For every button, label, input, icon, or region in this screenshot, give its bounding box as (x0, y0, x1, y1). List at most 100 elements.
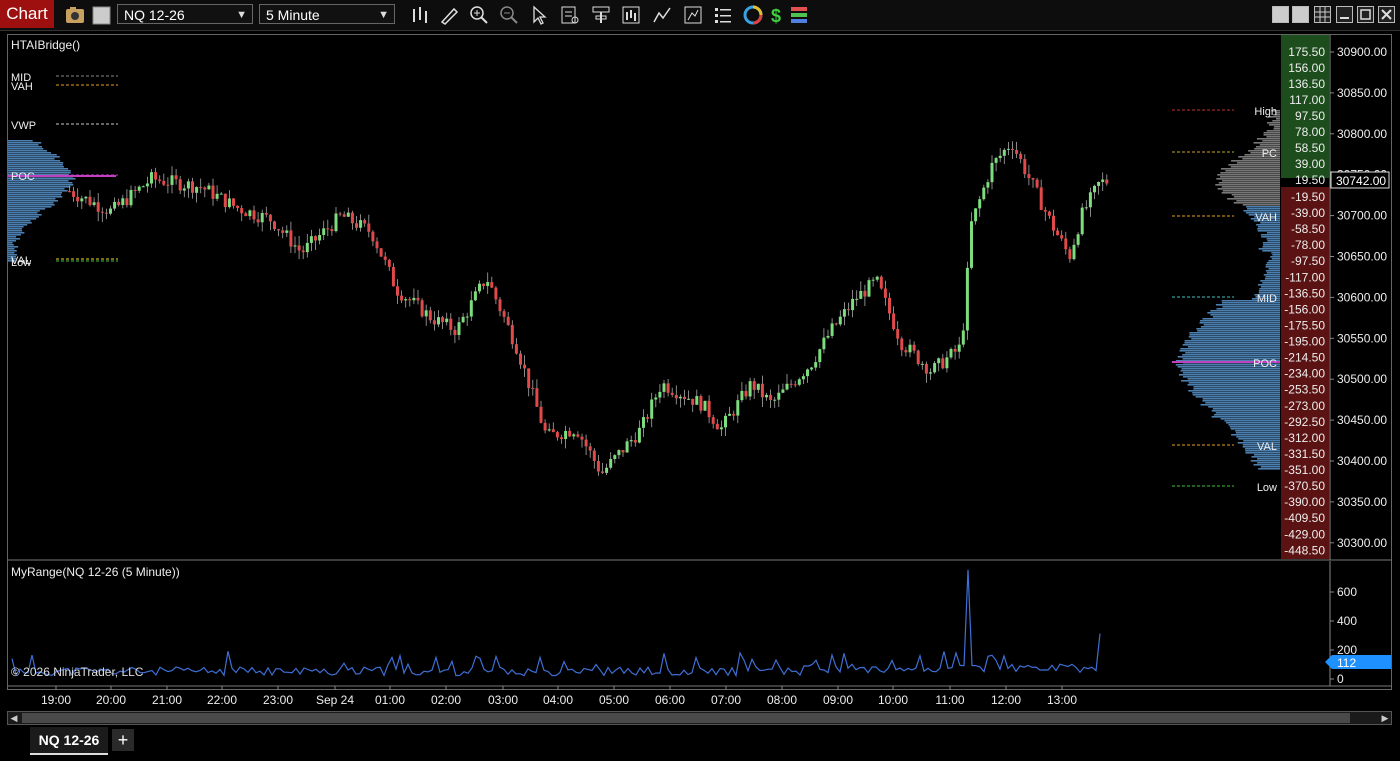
right-profile-bar (1242, 204, 1280, 206)
right-profile-bar (1197, 330, 1280, 332)
add-tab-button[interactable]: + (112, 729, 134, 751)
right-profile-bar (1262, 282, 1280, 284)
scroll-right-icon[interactable]: ▶ (1379, 712, 1391, 724)
candle-up (215, 193, 219, 199)
candle-down (1035, 179, 1039, 188)
offset-positive-label: 19.50 (1295, 173, 1325, 187)
candle-up (871, 279, 875, 281)
candle-down (211, 185, 215, 199)
candle-up (80, 198, 84, 202)
candle-down (519, 353, 522, 365)
candle-up (613, 455, 617, 459)
candle-up (465, 316, 469, 318)
scroll-thumb[interactable] (22, 713, 1350, 723)
right-level-label: PC (1262, 148, 1277, 160)
right-profile-bar (1192, 392, 1280, 394)
horizontal-scrollbar[interactable]: ◀ ▶ (7, 711, 1392, 725)
subpanel-axis-label: 0 (1337, 672, 1344, 686)
right-profile-bar (1220, 176, 1280, 178)
indicator-title[interactable]: HTAIBridge() (11, 38, 80, 52)
tab-nq-12-26[interactable]: NQ 12-26 (30, 727, 108, 755)
subpanel-title[interactable]: MyRange(NQ 12-26 (5 Minute)) (11, 565, 180, 579)
candle-down (1052, 215, 1055, 231)
left-profile-bar (8, 212, 38, 214)
left-profile-bar (8, 146, 43, 148)
price-axis-label: 30800.00 (1337, 127, 1387, 141)
price-axis-label: 30850.00 (1337, 86, 1387, 100)
candle-down (420, 300, 424, 317)
candle-up (736, 400, 740, 416)
candle-down (232, 198, 235, 206)
candle-up (773, 399, 777, 401)
right-profile-bar (1231, 194, 1280, 196)
chart-canvas[interactable]: MIDVAHVWPPOCVALLowHighPCVAHMIDPOCVALLow … (0, 0, 1400, 711)
candle-up (724, 415, 727, 428)
candle-down (543, 422, 547, 431)
left-profile-bar (8, 204, 55, 206)
candle-down (502, 311, 506, 317)
right-profile-bar (1227, 198, 1280, 200)
time-axis-label: 22:00 (207, 693, 237, 707)
left-profile-bar (8, 228, 22, 230)
right-profile-bar (1262, 242, 1280, 244)
scroll-left-icon[interactable]: ◀ (8, 712, 20, 724)
candle-down (646, 417, 650, 419)
right-profile-bar (1276, 118, 1280, 120)
candle-down (551, 429, 555, 433)
right-profile-bar (1180, 370, 1280, 372)
left-profile-bar (8, 190, 68, 192)
right-profile-bar (1181, 380, 1280, 382)
offset-negative-label: -234.00 (1284, 367, 1325, 381)
right-profile-bar (1215, 412, 1280, 414)
left-profile-bar (8, 246, 19, 248)
candle-up (695, 396, 699, 405)
left-profile-bar (8, 232, 25, 234)
right-profile-bar (1200, 326, 1280, 328)
candle-down (100, 211, 104, 213)
right-profile-bar (1262, 140, 1280, 142)
candle-up (457, 322, 461, 335)
right-profile-bar (1214, 414, 1280, 416)
candle-down (383, 256, 387, 260)
candlestick-series[interactable] (68, 141, 1109, 476)
price-axis-label: 30600.00 (1337, 290, 1387, 304)
right-profile-bar (1183, 376, 1280, 378)
left-level-label: VAH (11, 81, 33, 93)
candle-up (1006, 148, 1010, 150)
candle-down (769, 394, 773, 400)
left-profile-bar (8, 186, 71, 188)
right-profile-bar (1253, 142, 1280, 144)
left-profile-bar (8, 240, 16, 242)
right-profile-bar (1221, 192, 1280, 194)
candle-down (1068, 249, 1072, 260)
time-axis[interactable]: 19:00 20:00 21:00 22:00 23:00 Sep 24 01:00 02:0… (41, 686, 1077, 707)
tab-bar: NQ 12-26 + (0, 727, 1400, 761)
time-axis-label: 13:00 (1047, 693, 1077, 707)
offset-positive-label: 39.00 (1295, 157, 1325, 171)
right-profile-bar (1217, 188, 1280, 190)
time-axis-label: Sep 24 (316, 693, 354, 707)
subpanel-axis[interactable]: 600 400 200 0 (1330, 585, 1357, 686)
right-profile-bar (1202, 398, 1280, 400)
candle-down (760, 383, 764, 398)
candle-down (104, 212, 108, 214)
candle-up (908, 344, 912, 353)
candle-down (1060, 235, 1064, 239)
candle-down (1011, 148, 1014, 150)
candle-down (363, 220, 367, 224)
candle-up (781, 389, 785, 393)
right-profile-bar (1222, 180, 1280, 182)
candle-up (961, 330, 965, 345)
candle-down (396, 286, 399, 296)
range-indicator-line[interactable] (11, 569, 1101, 678)
candle-down (601, 471, 604, 473)
right-profile-bar (1247, 208, 1280, 210)
time-axis-label: 11:00 (935, 693, 964, 707)
candle-down (953, 348, 957, 352)
right-profile-bar (1225, 170, 1280, 172)
candle-down (203, 187, 207, 190)
candle-up (867, 280, 871, 297)
price-axis[interactable]: 30900.0030850.0030800.0030750.0030700.00… (1330, 45, 1387, 550)
candle-down (490, 282, 494, 288)
candle-up (765, 394, 768, 398)
